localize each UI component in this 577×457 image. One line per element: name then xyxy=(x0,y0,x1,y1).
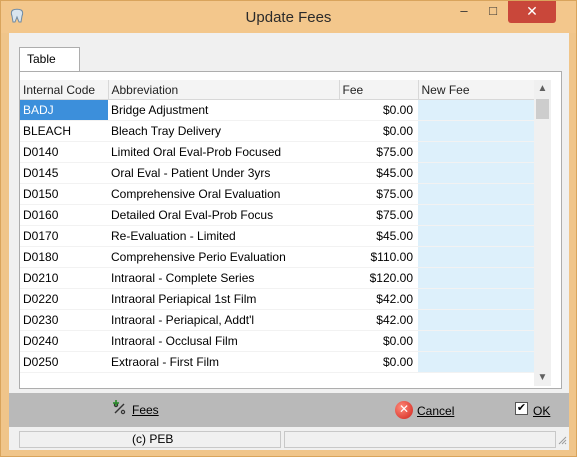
cell-new-fee[interactable] xyxy=(418,246,534,268)
table-row[interactable]: D0150 Comprehensive Oral Evaluation $75.00 xyxy=(20,183,534,205)
cell-new-fee[interactable] xyxy=(418,267,534,289)
update-fees-window: Update Fees – □ ✕ Table Internal Code Ab… xyxy=(0,0,577,457)
table-row[interactable]: D0140 Limited Oral Eval-Prob Focused $75.0… xyxy=(20,141,534,163)
cell-new-fee[interactable] xyxy=(418,99,534,121)
cancel-icon: ✕ xyxy=(395,401,413,419)
cell-internal-code[interactable]: D0150 xyxy=(20,183,108,205)
cell-internal-code[interactable]: D0240 xyxy=(20,330,108,352)
cell-internal-code[interactable]: D0210 xyxy=(20,267,108,289)
maximize-button[interactable]: □ xyxy=(479,1,507,23)
cell-internal-code[interactable]: D0230 xyxy=(20,309,108,331)
cell-new-fee[interactable] xyxy=(418,120,534,142)
tab-table[interactable]: Table xyxy=(19,47,80,71)
checkbox-icon: ✔ xyxy=(515,402,528,415)
cell-fee[interactable]: $42.00 xyxy=(339,309,418,331)
grid-body: BADJ Bridge Adjustment $0.00 BLEACH Bleach T… xyxy=(20,99,534,373)
cell-fee[interactable]: $0.00 xyxy=(339,99,418,121)
bottom-toolbar: Fees ✕ Cancel ✔ OK xyxy=(9,393,569,427)
cell-fee[interactable]: $75.00 xyxy=(339,141,418,163)
table-row[interactable]: D0210 Intraoral - Complete Series $120.00 xyxy=(20,267,534,289)
cell-fee[interactable]: $45.00 xyxy=(339,162,418,184)
column-header-internal-code[interactable]: Internal Code xyxy=(20,80,109,100)
cell-abbreviation[interactable]: Oral Eval - Patient Under 3yrs xyxy=(108,162,339,184)
table-row[interactable]: D0160 Detailed Oral Eval-Prob Focus $75.00 xyxy=(20,204,534,226)
status-bar: (c) PEB xyxy=(9,429,569,450)
cell-fee[interactable]: $75.00 xyxy=(339,183,418,205)
column-header-new-fee[interactable]: New Fee xyxy=(418,80,535,100)
table-row[interactable]: D0170 Re-Evaluation - Limited $45.00 xyxy=(20,225,534,247)
column-header-abbreviation[interactable]: Abbreviation xyxy=(108,80,340,100)
cell-internal-code[interactable]: D0180 xyxy=(20,246,108,268)
cell-abbreviation[interactable]: Bridge Adjustment xyxy=(108,99,339,121)
cell-abbreviation[interactable]: Bleach Tray Delivery xyxy=(108,120,339,142)
percent-add-icon xyxy=(113,400,126,415)
cell-abbreviation[interactable]: Comprehensive Oral Evaluation xyxy=(108,183,339,205)
cell-fee[interactable]: $120.00 xyxy=(339,267,418,289)
table-row[interactable]: D0220 Intraoral Periapical 1st Film $42.00 xyxy=(20,288,534,310)
cell-abbreviation[interactable]: Intraoral - Complete Series xyxy=(108,267,339,289)
client-area: Table Internal Code Abbreviation Fee New… xyxy=(9,33,569,450)
cell-internal-code[interactable]: D0140 xyxy=(20,141,108,163)
cell-abbreviation[interactable]: Comprehensive Perio Evaluation xyxy=(108,246,339,268)
table-row[interactable]: D0230 Intraoral - Periapical, Addt'l $42.0… xyxy=(20,309,534,331)
close-button[interactable]: ✕ xyxy=(508,1,556,23)
cell-new-fee[interactable] xyxy=(418,204,534,226)
minimize-button[interactable]: – xyxy=(450,1,478,23)
column-header-fee[interactable]: Fee xyxy=(339,80,419,100)
table-row[interactable]: BADJ Bridge Adjustment $0.00 xyxy=(20,99,534,121)
cell-new-fee[interactable] xyxy=(418,225,534,247)
resize-grip-icon[interactable] xyxy=(557,435,567,445)
table-row[interactable]: D0240 Intraoral - Occlusal Film $0.00 xyxy=(20,330,534,352)
cell-abbreviation[interactable]: Re-Evaluation - Limited xyxy=(108,225,339,247)
cell-new-fee[interactable] xyxy=(418,330,534,352)
cell-internal-code[interactable]: D0220 xyxy=(20,288,108,310)
cell-new-fee[interactable] xyxy=(418,162,534,184)
ok-button-label: OK xyxy=(533,404,551,418)
cell-abbreviation[interactable]: Limited Oral Eval-Prob Focused xyxy=(108,141,339,163)
cancel-button-label: Cancel xyxy=(417,404,455,418)
cell-fee[interactable]: $110.00 xyxy=(339,246,418,268)
cell-abbreviation[interactable]: Detailed Oral Eval-Prob Focus xyxy=(108,204,339,226)
grid-header-row: Internal Code Abbreviation Fee New Fee xyxy=(20,80,535,100)
cell-new-fee[interactable] xyxy=(418,288,534,310)
cell-fee[interactable]: $42.00 xyxy=(339,288,418,310)
status-panel-empty xyxy=(284,431,556,448)
title-bar[interactable]: Update Fees – □ ✕ xyxy=(1,1,576,33)
table-row[interactable]: D0180 Comprehensive Perio Evaluation $110.… xyxy=(20,246,534,268)
cell-new-fee[interactable] xyxy=(418,141,534,163)
vertical-scrollbar[interactable]: ▲ ▼ xyxy=(534,80,551,386)
scroll-down-arrow-icon[interactable]: ▼ xyxy=(534,369,551,386)
cell-internal-code[interactable]: D0170 xyxy=(20,225,108,247)
cell-fee[interactable]: $0.00 xyxy=(339,120,418,142)
fees-button-label: Fees xyxy=(132,403,159,417)
cell-fee[interactable]: $75.00 xyxy=(339,204,418,226)
cell-internal-code[interactable]: BADJ xyxy=(20,99,108,121)
cell-internal-code[interactable]: D0160 xyxy=(20,204,108,226)
cell-abbreviation[interactable]: Intraoral Periapical 1st Film xyxy=(108,288,339,310)
status-text: (c) PEB xyxy=(19,431,281,448)
cell-fee[interactable]: $0.00 xyxy=(339,351,418,373)
cell-internal-code[interactable]: BLEACH xyxy=(20,120,108,142)
cell-internal-code[interactable]: D0145 xyxy=(20,162,108,184)
scroll-thumb[interactable] xyxy=(536,99,549,119)
cell-new-fee[interactable] xyxy=(418,351,534,373)
scroll-up-arrow-icon[interactable]: ▲ xyxy=(534,80,551,97)
cell-fee[interactable]: $0.00 xyxy=(339,330,418,352)
table-row[interactable]: BLEACH Bleach Tray Delivery $0.00 xyxy=(20,120,534,142)
fees-grid[interactable]: Internal Code Abbreviation Fee New Fee B… xyxy=(20,80,535,373)
cell-new-fee[interactable] xyxy=(418,183,534,205)
cell-abbreviation[interactable]: Intraoral - Periapical, Addt'l xyxy=(108,309,339,331)
cell-abbreviation[interactable]: Extraoral - First Film xyxy=(108,351,339,373)
cell-abbreviation[interactable]: Intraoral - Occlusal Film xyxy=(108,330,339,352)
cell-fee[interactable]: $45.00 xyxy=(339,225,418,247)
cell-new-fee[interactable] xyxy=(418,309,534,331)
table-row[interactable]: D0250 Extraoral - First Film $0.00 xyxy=(20,351,534,373)
cell-internal-code[interactable]: D0250 xyxy=(20,351,108,373)
table-row[interactable]: D0145 Oral Eval - Patient Under 3yrs $45.0… xyxy=(20,162,534,184)
